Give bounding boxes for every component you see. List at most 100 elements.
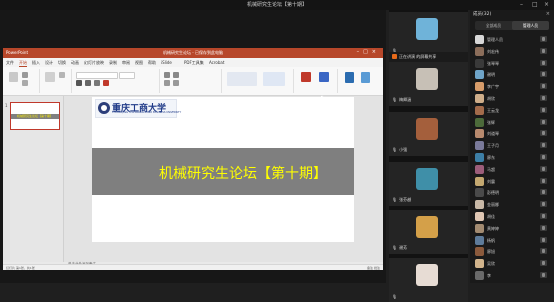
panel-close-icon[interactable]: × <box>546 11 550 17</box>
bold-icon[interactable] <box>76 80 82 86</box>
member-row[interactable]: 刘震 <box>473 176 551 187</box>
member-row[interactable]: 李 <box>473 270 551 281</box>
member-mic-icon[interactable] <box>540 47 547 54</box>
member-row[interactable]: 李广宇 <box>473 81 551 92</box>
align-center-icon[interactable] <box>173 80 179 86</box>
member-mic-icon[interactable] <box>540 201 547 208</box>
close-icon[interactable]: × <box>544 1 549 9</box>
video-tile[interactable]: 🎙 <box>389 258 468 302</box>
member-mic-icon[interactable] <box>540 189 547 196</box>
member-mic-icon[interactable] <box>540 36 547 42</box>
ribbon-tab[interactable]: Acrobat <box>209 60 224 65</box>
ribbon-tab[interactable]: 帮助 <box>148 60 156 66</box>
new-slide-icon[interactable] <box>45 72 55 82</box>
create-pdf-icon[interactable] <box>301 72 311 82</box>
underline-icon[interactable] <box>94 80 100 86</box>
font-group[interactable] <box>73 69 160 93</box>
member-row[interactable]: 马超 <box>473 164 551 175</box>
designer-icon[interactable] <box>361 72 370 83</box>
ribbon-tab[interactable]: 幻灯片放映 <box>84 60 104 66</box>
minimize-icon[interactable]: – <box>520 1 523 9</box>
ribbon-tab[interactable]: 切换 <box>58 60 66 66</box>
member-row[interactable]: 廖旭 <box>473 246 551 257</box>
video-tile[interactable]: 🎙 梅卿涵 <box>389 62 468 106</box>
voice-group[interactable] <box>339 69 379 93</box>
shapes-gallery[interactable] <box>227 72 257 86</box>
paragraph-group[interactable] <box>161 69 222 93</box>
video-tile[interactable]: 🎙 谢芳 <box>389 210 468 254</box>
maximize-icon[interactable]: □ <box>532 1 538 9</box>
member-mic-icon[interactable] <box>540 83 547 90</box>
member-row[interactable]: 廖东 <box>473 152 551 163</box>
font-color-icon[interactable] <box>103 80 109 86</box>
member-mic-icon[interactable] <box>540 118 547 125</box>
paste-icon[interactable] <box>9 72 18 82</box>
member-row[interactable]: 张琴琴 <box>473 58 551 69</box>
ribbon-tab[interactable]: 视图 <box>135 60 143 66</box>
member-mic-icon[interactable] <box>540 272 547 278</box>
video-tile[interactable]: 🎙 张芬越 <box>389 162 468 206</box>
member-mic-icon[interactable] <box>540 154 547 160</box>
ribbon-tab[interactable]: iSlide <box>161 60 172 65</box>
font-size-select[interactable] <box>119 72 135 79</box>
member-row[interactable]: 刘道琴 <box>473 128 551 139</box>
video-tile[interactable]: 🎙 <box>389 12 468 56</box>
member-mic-icon[interactable] <box>540 236 547 243</box>
clipboard-group[interactable] <box>5 69 40 93</box>
member-mic-icon[interactable] <box>540 213 547 219</box>
member-row[interactable]: 黄婷婷 <box>473 223 551 234</box>
ribbon-tab[interactable]: 审阅 <box>122 60 130 66</box>
dictate-icon[interactable] <box>345 72 354 83</box>
member-row[interactable]: 刘宏伟 <box>473 46 551 57</box>
member-mic-icon[interactable] <box>540 165 547 172</box>
member-row[interactable]: 彭德明 <box>473 187 551 198</box>
member-mic-icon[interactable] <box>540 142 547 149</box>
quick-styles-icon[interactable] <box>263 72 285 86</box>
member-mic-icon[interactable] <box>540 260 547 267</box>
font-select[interactable] <box>76 72 118 79</box>
member-row[interactable]: 谢明 <box>473 69 551 80</box>
member-mic-icon[interactable] <box>540 224 547 231</box>
align-left-icon[interactable] <box>164 80 170 86</box>
italic-icon[interactable] <box>85 80 91 86</box>
slide-thumbnail[interactable]: 1 机械研究生论坛【第十期】 <box>5 102 60 130</box>
slides-group[interactable] <box>41 69 72 93</box>
cut-icon[interactable] <box>22 72 28 78</box>
slide[interactable]: 重庆工商大学 CHONGQING TECHNOLOGY AND BUSINESS… <box>92 97 354 242</box>
tab-managers[interactable]: 管理人员 <box>512 21 549 30</box>
member-mic-icon[interactable] <box>540 59 547 66</box>
member-row[interactable]: 管理人员 <box>473 34 551 45</box>
share-pdf-icon[interactable] <box>319 72 329 82</box>
numbering-icon[interactable] <box>173 72 179 78</box>
member-mic-icon[interactable] <box>540 177 547 184</box>
ribbon-tab[interactable]: 动画 <box>71 60 79 66</box>
member-mic-icon[interactable] <box>540 71 547 78</box>
ribbon-tab[interactable]: PDF工具集 <box>184 60 204 66</box>
ribbon-tab[interactable]: 设计 <box>45 60 53 66</box>
video-tile[interactable]: 🎙 小强 <box>389 112 468 156</box>
layout-icon[interactable] <box>59 72 65 78</box>
ribbon-tab[interactable]: 文件 <box>6 60 14 66</box>
ppt-window-controls[interactable]: –□× <box>357 49 380 55</box>
member-row[interactable]: 杨帆 <box>473 235 551 246</box>
member-row[interactable]: 吴欣 <box>473 258 551 269</box>
copy-icon[interactable] <box>22 80 28 86</box>
member-row[interactable]: 王云龙 <box>473 105 551 116</box>
adobe-group[interactable] <box>295 69 338 93</box>
member-mic-icon[interactable] <box>540 130 547 137</box>
ribbon-tab[interactable]: 录制 <box>109 60 117 66</box>
member-mic-icon[interactable] <box>540 95 547 101</box>
ribbon-tab[interactable]: 插入 <box>32 60 40 66</box>
member-row[interactable]: 王子月 <box>473 140 551 151</box>
ribbon-tab[interactable]: 开始 <box>19 60 27 67</box>
member-mic-icon[interactable] <box>540 106 547 113</box>
tab-all-members[interactable]: 全部成员 <box>475 21 512 30</box>
member-row[interactable]: 胡欣 <box>473 93 551 104</box>
drawing-group[interactable] <box>223 69 294 93</box>
slide-title[interactable]: 机械研究生论坛【第十期】 <box>132 163 354 183</box>
bullets-icon[interactable] <box>164 72 170 78</box>
member-row[interactable]: 张辉 <box>473 117 551 128</box>
member-row[interactable]: 胡佳 <box>473 211 551 222</box>
status-view-controls[interactable]: 备注 批注 <box>367 266 380 270</box>
member-mic-icon[interactable] <box>540 248 547 255</box>
